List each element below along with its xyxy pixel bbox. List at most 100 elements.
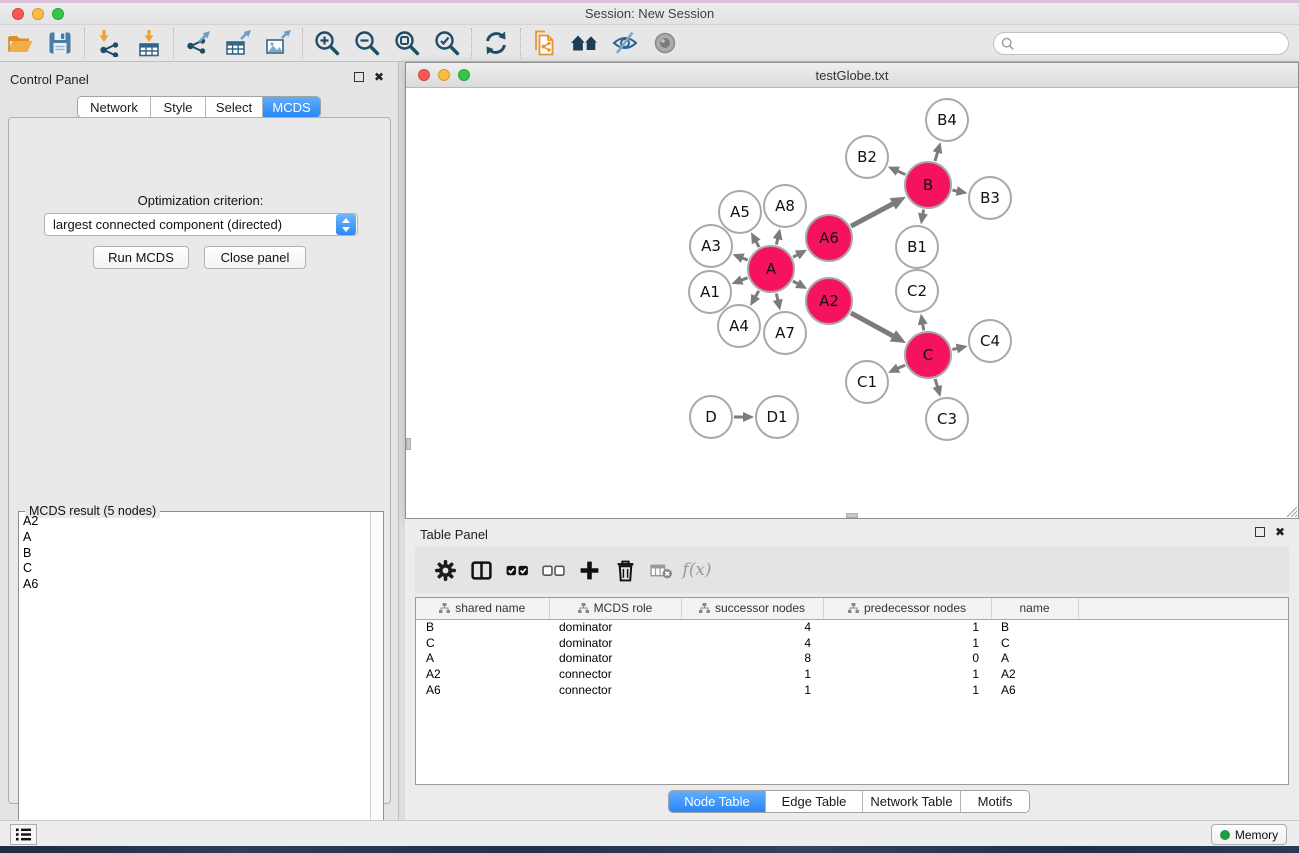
minimize-view-button[interactable]	[438, 69, 450, 81]
attribute-icon	[439, 603, 450, 613]
mcds-result-list[interactable]: A2ABCA6	[19, 514, 369, 853]
canvas-bottom-handle[interactable]	[846, 513, 858, 518]
zoom-selected-button[interactable]	[427, 26, 467, 60]
table-cell-filler	[1078, 619, 1289, 635]
tab-network[interactable]: Network	[78, 97, 151, 117]
graph-edge-arrowhead	[773, 299, 783, 311]
graph-edge[interactable]	[851, 313, 895, 337]
close-view-button[interactable]	[418, 69, 430, 81]
graph-edge-arrowhead	[732, 275, 744, 284]
result-list-item[interactable]: A	[19, 530, 369, 546]
graph-node-label: C	[923, 346, 933, 364]
run-mcds-button[interactable]: Run MCDS	[93, 246, 189, 269]
window-controls	[12, 8, 64, 20]
import-table-icon	[135, 29, 163, 57]
tab-style[interactable]: Style	[151, 97, 206, 117]
deselect-all-button[interactable]	[535, 552, 571, 588]
tab-network-table[interactable]: Network Table	[863, 791, 961, 812]
mcds-panel-body: Optimization criterion: largest connecte…	[8, 117, 391, 804]
zoom-out-button[interactable]	[347, 26, 387, 60]
task-history-button[interactable]	[10, 824, 37, 845]
add-row-button[interactable]	[571, 552, 607, 588]
export-network-button[interactable]	[178, 26, 218, 60]
column-header-shared-name[interactable]: shared name	[416, 598, 549, 619]
tab-mcds[interactable]: MCDS	[263, 97, 320, 117]
memory-button[interactable]: Memory	[1211, 824, 1287, 845]
zoom-in-button[interactable]	[307, 26, 347, 60]
open-session-button[interactable]	[0, 26, 40, 60]
new-network-from-selection-button[interactable]	[525, 26, 565, 60]
node-table[interactable]: shared name MCDS role successor nodes pr…	[416, 598, 1289, 698]
graph-node-label: A4	[729, 317, 749, 335]
close-panel-icon[interactable]: ✖	[1275, 526, 1285, 538]
search-input[interactable]	[1016, 34, 1288, 53]
float-panel-icon[interactable]	[1255, 527, 1265, 537]
hide-selected-button[interactable]	[605, 26, 645, 60]
table-panel-title: Table Panel	[420, 527, 488, 542]
column-header-filler	[1078, 598, 1289, 619]
column-header-predecessor-nodes[interactable]: predecessor nodes	[823, 598, 991, 619]
delete-table-button[interactable]	[643, 552, 679, 588]
table-row[interactable]: Adominator80A	[416, 651, 1289, 667]
table-header-row: shared name MCDS role successor nodes pr…	[416, 598, 1289, 619]
refresh-button[interactable]	[476, 26, 516, 60]
table-cell: B	[416, 619, 549, 635]
table-cell: 1	[823, 619, 991, 635]
close-window-button[interactable]	[12, 8, 24, 20]
save-session-button[interactable]	[40, 26, 80, 60]
table-row[interactable]: Bdominator41B	[416, 619, 1289, 635]
table-panel-window-buttons: ✖	[1255, 526, 1285, 538]
import-network-button[interactable]	[89, 26, 129, 60]
tab-select[interactable]: Select	[206, 97, 263, 117]
home-button[interactable]	[565, 26, 605, 60]
function-builder-button[interactable]: f(x)	[679, 552, 715, 588]
result-list-item[interactable]: C	[19, 561, 369, 577]
network-canvas[interactable]: B4B2BB3A8A5A6A3B1AA1C2A2A4A7C4CC1C3DD1	[406, 88, 1298, 518]
table-cell: 1	[681, 682, 823, 698]
result-scrollbar[interactable]	[370, 512, 383, 853]
network-window-titlebar[interactable]: testGlobe.txt	[406, 63, 1298, 88]
tab-node-table[interactable]: Node Table	[669, 791, 766, 812]
zoom-fit-button[interactable]	[387, 26, 427, 60]
tab-motifs[interactable]: Motifs	[961, 791, 1029, 812]
import-table-button[interactable]	[129, 26, 169, 60]
table-cell-filler	[1078, 666, 1289, 682]
zoom-view-button[interactable]	[458, 69, 470, 81]
export-image-button[interactable]	[258, 26, 298, 60]
close-panel-button[interactable]: Close panel	[204, 246, 306, 269]
export-network-icon	[184, 29, 212, 57]
float-panel-icon[interactable]	[354, 72, 364, 82]
column-header-mcds-role[interactable]: MCDS role	[549, 598, 681, 619]
result-list-item[interactable]: B	[19, 546, 369, 562]
close-panel-icon[interactable]: ✖	[374, 71, 384, 83]
graph-edge-arrowhead	[956, 186, 968, 196]
table-cell: A	[991, 651, 1078, 667]
tab-edge-table[interactable]: Edge Table	[766, 791, 863, 812]
table-row[interactable]: Cdominator41C	[416, 635, 1289, 651]
result-list-item[interactable]: A6	[19, 577, 369, 593]
graph-edge[interactable]	[851, 203, 894, 226]
mcds-result-box: MCDS result (5 nodes) A2ABCA6	[18, 511, 384, 853]
network-graph[interactable]: B4B2BB3A8A5A6A3B1AA1C2A2A4A7C4CC1C3DD1	[406, 88, 1298, 518]
table-row[interactable]: A2connector11A2	[416, 666, 1289, 682]
table-row[interactable]: A6connector11A6	[416, 682, 1289, 698]
graph-edge-arrowhead	[773, 228, 783, 240]
export-table-button[interactable]	[218, 26, 258, 60]
window-resize-grip[interactable]	[1284, 504, 1297, 517]
eye-icon	[652, 30, 678, 56]
select-all-button[interactable]	[499, 552, 535, 588]
result-list-item[interactable]: A2	[19, 514, 369, 530]
table-settings-button[interactable]	[427, 552, 463, 588]
delete-rows-button[interactable]	[607, 552, 643, 588]
show-all-button[interactable]	[645, 26, 685, 60]
column-header-name[interactable]: name	[991, 598, 1078, 619]
column-selector-button[interactable]	[463, 552, 499, 588]
plus-icon	[578, 559, 601, 582]
minimize-window-button[interactable]	[32, 8, 44, 20]
criterion-dropdown[interactable]: largest connected component (directed)	[44, 213, 358, 236]
table-cell: A2	[991, 666, 1078, 682]
search-field[interactable]	[993, 32, 1289, 55]
canvas-left-handle[interactable]	[406, 438, 411, 450]
column-header-successor-nodes[interactable]: successor nodes	[681, 598, 823, 619]
zoom-window-button[interactable]	[52, 8, 64, 20]
